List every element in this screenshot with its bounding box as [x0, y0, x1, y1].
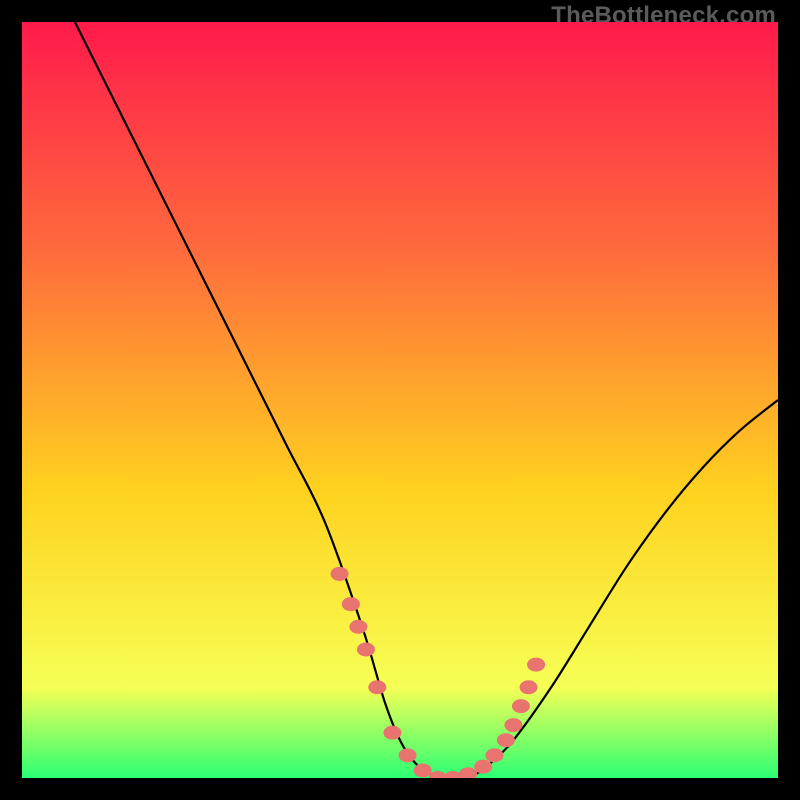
highlight-dot	[474, 760, 492, 774]
highlight-dot	[497, 733, 515, 747]
chart-background	[22, 22, 778, 778]
chart-frame	[22, 22, 778, 778]
highlight-dot	[349, 620, 367, 634]
highlight-dot	[504, 718, 522, 732]
highlight-dot	[527, 658, 545, 672]
highlight-dot	[342, 597, 360, 611]
highlight-dot	[331, 567, 349, 581]
highlight-dot	[368, 680, 386, 694]
highlight-dot	[520, 680, 538, 694]
highlight-dot	[486, 748, 504, 762]
highlight-dot	[399, 748, 417, 762]
highlight-dot	[383, 726, 401, 740]
highlight-dot	[512, 699, 530, 713]
highlight-dot	[414, 763, 432, 777]
bottleneck-chart	[22, 22, 778, 778]
highlight-dot	[357, 642, 375, 656]
